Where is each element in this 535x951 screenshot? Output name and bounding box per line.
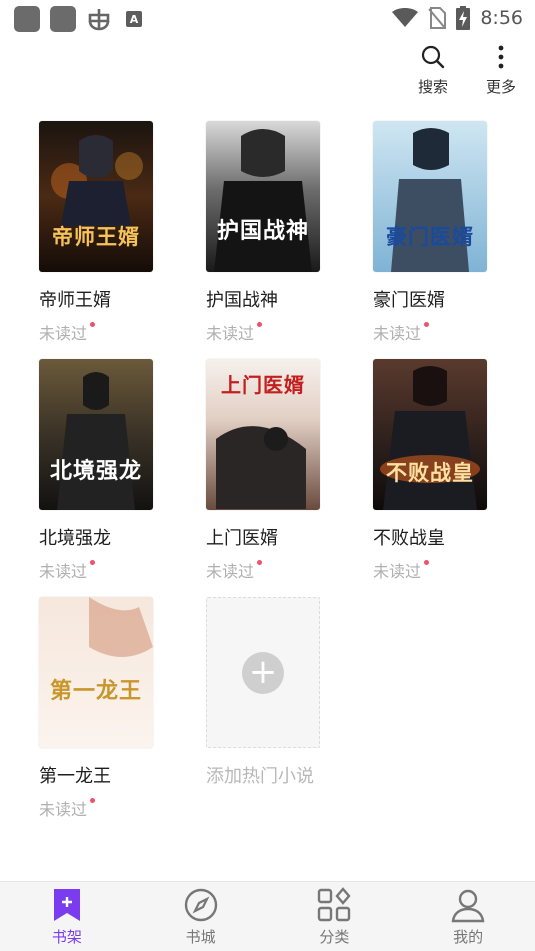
read-status: 未读过 — [373, 558, 430, 582]
top-actions: 搜索 更多 — [399, 44, 535, 100]
search-label: 搜索 — [417, 78, 448, 96]
book-item[interactable]: 帝师王婿 帝师王婿 未读过 — [39, 121, 189, 344]
unread-dot — [90, 322, 96, 327]
unread-dot — [90, 560, 96, 565]
book-title: 不败战皇 — [373, 528, 445, 549]
nav-label: 书架 — [51, 928, 82, 946]
read-status-text: 未读过 — [206, 324, 255, 343]
more-label: 更多 — [485, 78, 516, 96]
book-title: 护国战神 — [206, 290, 278, 311]
more-vertical-icon — [498, 45, 504, 69]
nav-label: 我的 — [453, 928, 484, 946]
book-cover[interactable]: 北境强龙 — [39, 359, 153, 510]
bottom-nav: 书架 书城 分类 我的 — [0, 881, 535, 951]
book-cover[interactable]: 豪门医婿 — [373, 121, 487, 272]
nav-bookshelf[interactable]: 书架 — [0, 882, 134, 951]
unread-dot — [424, 322, 430, 327]
read-status: 未读过 — [39, 320, 96, 344]
book-item[interactable]: 上门医婿 上门医婿 未读过 — [206, 359, 356, 582]
book-item[interactable]: 第一龙王 第一龙王 未读过 — [39, 597, 189, 820]
book-cover[interactable]: 护国战神 — [206, 121, 320, 272]
read-status-text: 未读过 — [206, 562, 255, 581]
book-title: 北境强龙 — [39, 528, 111, 549]
nav-bookstore[interactable]: 书城 — [134, 882, 268, 951]
read-status: 未读过 — [39, 796, 96, 820]
debug-bug-icon — [86, 6, 112, 32]
book-title: 第一龙王 — [39, 766, 111, 787]
read-status: 未读过 — [373, 320, 430, 344]
a-badge-icon: A — [126, 11, 142, 27]
bookshelf-icon — [53, 889, 80, 921]
read-status-text: 未读过 — [39, 324, 88, 343]
nav-profile[interactable]: 我的 — [401, 882, 535, 951]
plus-icon: + — [242, 651, 284, 694]
cover-title: 不败战皇 — [386, 460, 474, 485]
read-status-text: 未读过 — [39, 800, 88, 819]
book-item[interactable]: 北境强龙 北境强龙 未读过 — [39, 359, 189, 582]
cover-title: 帝师王婿 — [52, 224, 140, 249]
cover-title: 第一龙王 — [49, 678, 142, 704]
cover-title: 上门医婿 — [221, 373, 305, 397]
unread-dot — [257, 560, 263, 565]
profile-icon — [451, 889, 485, 923]
add-book-tile[interactable]: + 添加热门小说 — [206, 597, 356, 788]
book-cover[interactable]: 上门医婿 — [206, 359, 320, 510]
no-sim-icon — [428, 7, 447, 29]
read-status-text: 未读过 — [373, 324, 422, 343]
clock: 8:56 — [480, 7, 523, 29]
app-notification-icon — [50, 6, 76, 32]
read-status-text: 未读过 — [39, 562, 88, 581]
read-status-text: 未读过 — [373, 562, 422, 581]
status-bar: A 8:56 — [0, 0, 535, 38]
nav-category[interactable]: 分类 — [268, 882, 402, 951]
book-title: 豪门医婿 — [373, 290, 445, 311]
nav-label: 分类 — [319, 928, 350, 946]
search-icon — [421, 45, 445, 69]
read-status: 未读过 — [206, 558, 263, 582]
read-status: 未读过 — [206, 320, 263, 344]
unread-dot — [424, 560, 430, 565]
unread-dot — [257, 322, 263, 327]
more-button[interactable]: 更多 — [467, 44, 535, 100]
app-notification-icon — [14, 6, 40, 32]
book-item[interactable]: 豪门医婿 豪门医婿 未读过 — [373, 121, 523, 344]
book-title: 帝师王婿 — [39, 290, 111, 311]
add-book-label: 添加热门小说 — [206, 766, 314, 787]
add-book-button[interactable]: + — [206, 597, 320, 748]
book-item[interactable]: 不败战皇 不败战皇 未读过 — [373, 359, 523, 582]
unread-dot — [90, 798, 96, 803]
book-item[interactable]: 护国战神 护国战神 未读过 — [206, 121, 356, 344]
book-cover[interactable]: 第一龙王 — [39, 597, 153, 748]
category-grid-icon — [318, 887, 351, 922]
cover-title: 护国战神 — [216, 218, 309, 244]
cover-title: 豪门医婿 — [386, 224, 474, 249]
battery-charging-icon — [456, 6, 471, 30]
read-status: 未读过 — [39, 558, 96, 582]
wifi-icon — [392, 8, 419, 27]
cover-title: 北境强龙 — [49, 458, 142, 484]
nav-label: 书城 — [185, 928, 216, 946]
book-cover[interactable]: 帝师王婿 — [39, 121, 153, 272]
book-title: 上门医婿 — [206, 528, 278, 549]
search-button[interactable]: 搜索 — [399, 44, 467, 100]
compass-icon — [184, 888, 217, 922]
book-cover[interactable]: 不败战皇 — [373, 359, 487, 510]
